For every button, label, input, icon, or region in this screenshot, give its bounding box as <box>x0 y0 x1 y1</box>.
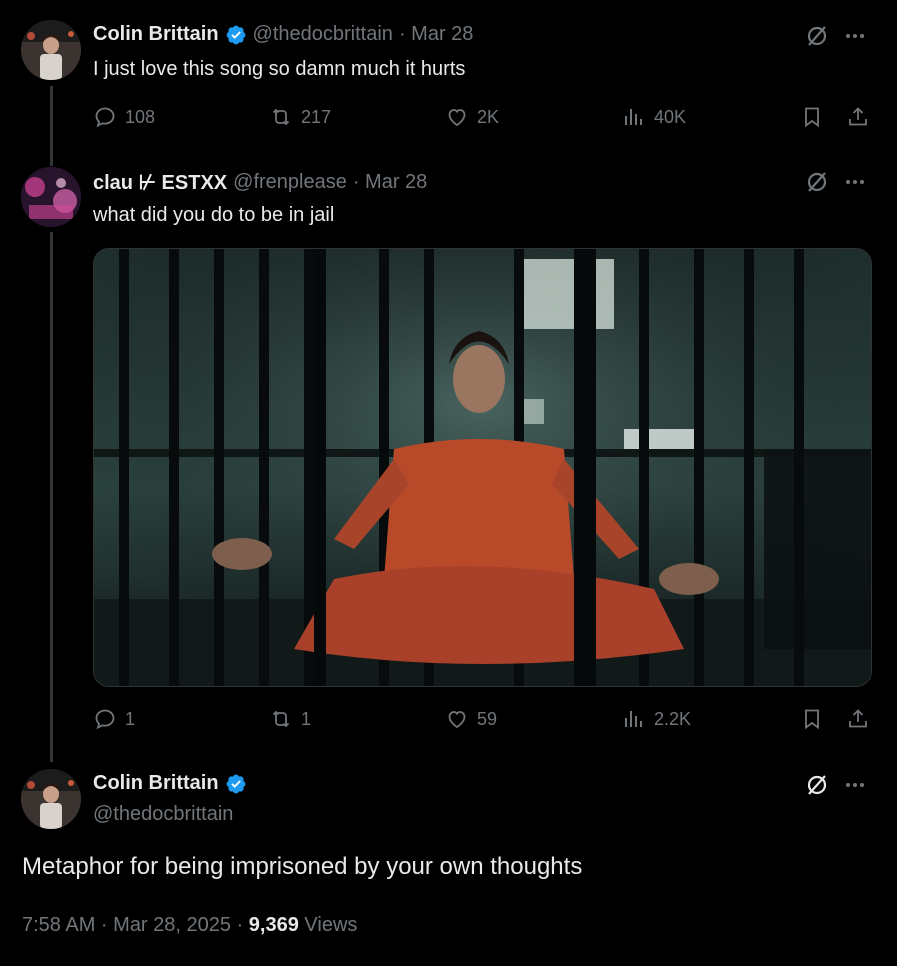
retweet-count: 1 <box>301 708 312 729</box>
views-count: 40K <box>654 106 687 127</box>
author-handle[interactable]: @frenplease <box>233 171 347 194</box>
retweet-button[interactable]: 1 <box>269 707 311 731</box>
tweet-header: clau ⊬ ESTXX @frenplease · Mar 28 <box>93 170 427 195</box>
like-button[interactable]: 59 <box>445 707 497 731</box>
tweet-menu <box>805 170 867 199</box>
tweet-text: I just love this song so damn much it hu… <box>93 58 466 80</box>
retweet-button[interactable]: 217 <box>269 105 331 129</box>
like-icon <box>448 711 466 729</box>
bookmark-icon[interactable] <box>800 707 824 736</box>
reply-button[interactable]: 108 <box>93 105 155 129</box>
like-button[interactable]: 2K <box>445 105 499 129</box>
grok-icon[interactable] <box>805 170 829 199</box>
reply-count: 1 <box>125 708 136 729</box>
main-tweet-header: Colin Brittain <box>93 772 247 795</box>
author-handle[interactable]: @thedocbrittain <box>253 23 393 46</box>
avatar[interactable] <box>21 167 81 227</box>
reply-button[interactable]: 1 <box>93 707 135 731</box>
more-icon[interactable] <box>843 773 867 802</box>
like-count: 2K <box>477 106 500 127</box>
views-icon <box>625 711 642 727</box>
tweet-menu <box>805 24 867 53</box>
tweet-timestamp[interactable]: 7:58 AM · Mar 28, 2025 · <box>22 914 249 936</box>
verified-badge-icon <box>225 773 247 795</box>
retweet-count: 217 <box>301 106 332 127</box>
tweet-date[interactable]: · Mar 28 <box>399 23 473 46</box>
avatar[interactable] <box>21 769 81 829</box>
views-label: Views <box>298 914 358 936</box>
views-total: 9,369 <box>248 914 299 936</box>
reply-count: 108 <box>125 106 156 127</box>
share-icon[interactable] <box>846 105 870 134</box>
avatar[interactable] <box>21 20 81 80</box>
reply-icon <box>95 107 115 128</box>
views-count: 2.2K <box>654 708 692 729</box>
more-icon[interactable] <box>843 24 867 53</box>
tweet-date[interactable]: · Mar 28 <box>353 171 427 194</box>
like-icon <box>448 109 466 127</box>
thread-line-1 <box>50 86 53 166</box>
main-tweet-text: Metaphor for being imprisoned by your ow… <box>22 853 583 880</box>
tweet-media-image[interactable] <box>93 248 872 687</box>
views-icon <box>625 109 642 125</box>
share-icon[interactable] <box>846 707 870 736</box>
tweet-menu <box>805 773 867 802</box>
tweet-meta: 7:58 AM · Mar 28, 2025 · 9,369 Views <box>22 914 357 937</box>
grok-icon[interactable] <box>805 24 829 53</box>
author-handle[interactable]: @thedocbrittain <box>93 803 233 826</box>
retweet-icon <box>272 108 290 126</box>
more-icon[interactable] <box>843 170 867 199</box>
retweet-icon <box>272 710 290 728</box>
bookmark-icon[interactable] <box>800 105 824 134</box>
like-count: 59 <box>477 708 498 729</box>
author-name[interactable]: clau ⊬ ESTXX <box>93 170 227 195</box>
author-name[interactable]: Colin Brittain <box>93 23 219 46</box>
tweet-text: what did you do to be in jail <box>93 204 335 226</box>
reply-icon <box>95 709 115 730</box>
views-button[interactable]: 40K <box>622 105 686 129</box>
thread-line-2 <box>50 232 53 762</box>
verified-badge-icon <box>225 24 247 46</box>
views-button[interactable]: 2.2K <box>622 707 691 731</box>
tweet-header: Colin Brittain @thedocbrittain · Mar 28 <box>93 23 473 46</box>
author-name[interactable]: Colin Brittain <box>93 772 219 795</box>
grok-icon[interactable] <box>805 773 829 802</box>
